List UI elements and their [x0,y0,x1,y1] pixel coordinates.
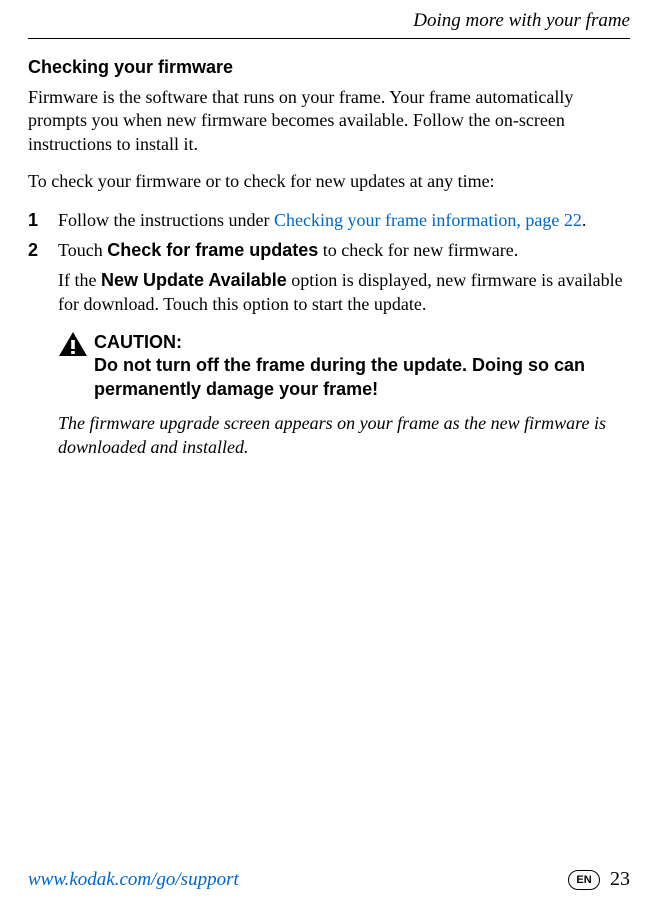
warning-icon [58,331,88,357]
caution-label: CAUTION: [94,331,630,354]
page-footer: www.kodak.com/go/support EN 23 [28,868,630,891]
step-1-number: 1 [28,208,58,232]
update-prefix: If the [58,270,101,290]
language-badge: EN [568,870,600,890]
update-bold: New Update Available [101,270,287,290]
step-1-suffix: . [582,210,587,230]
page-content: Checking your firmware Firmware is the s… [0,57,658,460]
intro-paragraph: Firmware is the software that runs on yo… [28,86,630,156]
step-2-suffix: to check for new firmware. [318,240,518,260]
check-anytime-paragraph: To check your firmware or to check for n… [28,170,630,193]
step-2-number: 2 [28,238,58,262]
step-2: 2 Touch Check for frame updates to check… [28,238,630,262]
step-2-body: Touch Check for frame updates to check f… [58,238,630,262]
steps-list: 1 Follow the instructions under Checking… [28,208,630,263]
step-2-prefix: Touch [58,240,107,260]
step-2-bold: Check for frame updates [107,240,318,260]
step-1-body: Follow the instructions under Checking y… [58,208,630,232]
step-1-prefix: Follow the instructions under [58,210,274,230]
page-number: 23 [610,868,630,891]
link-checking-info[interactable]: Checking your frame information, page 22 [274,210,582,230]
update-available-paragraph: If the New Update Available option is di… [58,268,630,317]
caution-body: Do not turn off the frame during the upd… [94,355,585,398]
footer-right: EN 23 [568,868,630,891]
footer-url-link[interactable]: www.kodak.com/go/support [28,869,239,891]
step-1: 1 Follow the instructions under Checking… [28,208,630,232]
header-rule [28,38,630,39]
caution-text: CAUTION: Do not turn off the frame durin… [94,331,630,401]
header-section-title: Doing more with your frame [0,0,658,36]
firmware-upgrade-note: The firmware upgrade screen appears on y… [58,411,630,460]
heading-checking-firmware: Checking your firmware [28,57,630,78]
caution-block: CAUTION: Do not turn off the frame durin… [58,331,630,401]
